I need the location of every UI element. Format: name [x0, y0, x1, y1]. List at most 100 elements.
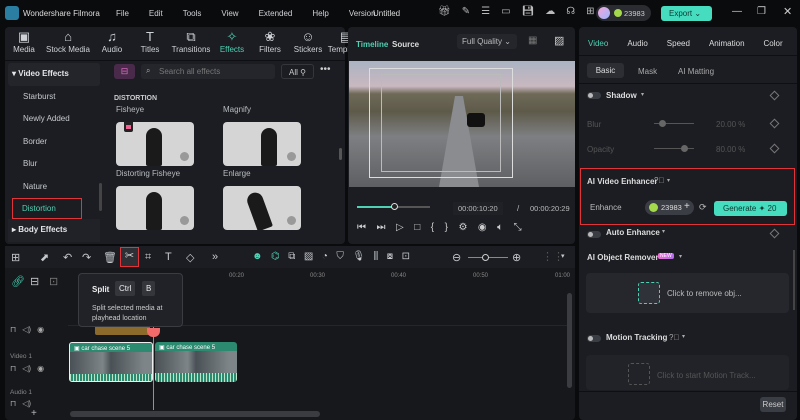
ai-copilot-icon[interactable]: ☻: [252, 251, 263, 262]
minimize-button[interactable]: —: [732, 6, 742, 17]
vertical-scrollbar[interactable]: [567, 293, 572, 388]
sidebar-item-blur[interactable]: Blur: [8, 153, 100, 176]
reset-button[interactable]: Reset: [760, 397, 786, 412]
link-icon[interactable]: 🔗︎: [11, 275, 25, 288]
tab-transitions[interactable]: ⧉ Transitions: [169, 29, 213, 54]
tab-effects[interactable]: ✧ Effects: [213, 29, 251, 54]
auto-enhance-expand-icon[interactable]: ▾: [662, 228, 665, 235]
menu-extended[interactable]: Extended: [259, 9, 293, 18]
redo-icon[interactable]: ↷: [82, 251, 91, 264]
mute-icon[interactable]: ◁): [22, 325, 31, 334]
object-remover-expand-icon[interactable]: ▾: [679, 253, 682, 260]
tab-video[interactable]: Video: [588, 39, 608, 48]
enhance-credits[interactable]: 23983 +: [645, 200, 694, 215]
favorites-button[interactable]: ⊟: [114, 64, 135, 79]
gift-icon[interactable]: 🎁︎: [438, 6, 451, 17]
tab-source[interactable]: Source: [392, 40, 419, 49]
undo-icon[interactable]: ↶: [63, 251, 72, 264]
shield-icon[interactable]: ⛉: [336, 251, 344, 262]
sidebar-item-newly-added[interactable]: Newly Added: [8, 108, 100, 131]
tab-color[interactable]: Color: [764, 39, 783, 48]
apps-icon[interactable]: ⊞: [586, 6, 594, 17]
shadow-toggle[interactable]: [587, 92, 601, 99]
restore-button[interactable]: ❐: [757, 6, 766, 17]
mark-in-icon[interactable]: {: [431, 222, 434, 233]
generate-button[interactable]: Generate ✦ 20: [714, 201, 787, 216]
eye-icon[interactable]: ◉: [37, 364, 44, 373]
video-clip[interactable]: ▣ car chase scene 5: [155, 342, 237, 382]
track-manager-icon[interactable]: ⊡: [49, 275, 58, 288]
menu-file[interactable]: File: [116, 9, 129, 18]
menu-help[interactable]: Help: [312, 9, 328, 18]
lock-icon[interactable]: ⊓: [10, 325, 16, 334]
lock-icon[interactable]: ⊓: [10, 364, 16, 373]
download-icon[interactable]: [180, 152, 189, 161]
add-credits-icon[interactable]: +: [684, 201, 690, 212]
crop-icon[interactable]: ⌗: [145, 251, 151, 264]
shape-icon[interactable]: ◇: [186, 251, 194, 264]
sidebar-item-nature[interactable]: Nature: [8, 176, 100, 199]
horizontal-scrollbar[interactable]: [70, 411, 320, 417]
snapshot-icon[interactable]: ◉: [478, 222, 487, 233]
smart-cut-icon[interactable]: ⌬: [271, 251, 280, 262]
motion-tracking-expand-icon[interactable]: ▾: [682, 333, 685, 340]
menu-version[interactable]: Version: [349, 9, 376, 18]
tab-speed[interactable]: Speed: [667, 39, 690, 48]
grid-icon[interactable]: ▦: [528, 35, 537, 46]
menu-tools[interactable]: Tools: [183, 9, 202, 18]
cloud-icon[interactable]: ☁: [545, 6, 555, 17]
close-button[interactable]: ✕: [783, 5, 792, 18]
play-icon[interactable]: ▷: [396, 222, 404, 233]
effect-thumb-magnify[interactable]: [223, 122, 301, 166]
slider-handle[interactable]: [391, 203, 398, 210]
select-tool-icon[interactable]: ⬈: [40, 251, 49, 264]
sidebar-section-body-effects[interactable]: ▸ Body Effects: [8, 219, 100, 242]
inspector-scrollbar[interactable]: [793, 250, 795, 310]
download-icon[interactable]: [287, 216, 296, 225]
sidebar-scrollbar[interactable]: [99, 183, 102, 211]
image-icon[interactable]: ▨: [304, 251, 313, 262]
group-icon[interactable]: ⊟: [30, 275, 39, 288]
download-icon[interactable]: [287, 152, 296, 161]
slider-handle[interactable]: [659, 120, 666, 127]
replace-icon[interactable]: ⧇: [387, 251, 393, 262]
refresh-icon[interactable]: ⟳: [699, 202, 707, 213]
mute-icon[interactable]: ◁): [22, 399, 31, 408]
tab-stickers[interactable]: ☺ Stickers: [289, 29, 327, 54]
microphone-icon[interactable]: 🎙︎: [352, 251, 365, 262]
help-icon[interactable]: ?⃝: [669, 333, 679, 342]
playback-slider[interactable]: [357, 203, 430, 210]
add-track-icon[interactable]: +: [31, 408, 37, 419]
eye-icon[interactable]: ◉: [37, 325, 44, 334]
motion-tracking-toggle[interactable]: [587, 335, 601, 342]
motion-tracking-button[interactable]: Click to start Motion Track...: [586, 355, 789, 390]
prev-frame-icon[interactable]: ⏮︎: [357, 222, 366, 233]
zoom-in-icon[interactable]: ⊕: [512, 251, 521, 264]
remove-object-button[interactable]: Click to remove obj...: [586, 273, 789, 313]
tab-filters[interactable]: ❀ Filters: [251, 29, 289, 54]
effect-thumb-distorting-fisheye[interactable]: [116, 186, 194, 230]
opacity-value[interactable]: 80.00 %: [716, 145, 745, 154]
effects-scrollbar[interactable]: [339, 148, 342, 160]
screen-icon[interactable]: ▭: [501, 6, 510, 17]
menu-view[interactable]: View: [221, 9, 238, 18]
shadow-expand-icon[interactable]: ▾: [641, 91, 644, 98]
more-options-icon[interactable]: •••: [320, 64, 331, 75]
delete-icon[interactable]: 🗑︎: [103, 251, 117, 264]
zoom-out-icon[interactable]: ⊖: [452, 251, 461, 264]
tab-media[interactable]: ▣ Media: [5, 29, 43, 54]
fullscreen-icon[interactable]: ⤡: [514, 222, 522, 233]
volume-icon[interactable]: 🔈︎: [497, 222, 503, 233]
tab-timeline[interactable]: Timeline: [356, 40, 388, 49]
stop-icon[interactable]: □: [414, 222, 420, 233]
effect-thumb-fisheye[interactable]: [116, 122, 194, 166]
support-icon[interactable]: ☊: [566, 6, 575, 17]
subtab-basic[interactable]: Basic: [587, 63, 624, 78]
search-input[interactable]: ⌕ Search all effects: [141, 64, 275, 79]
slider-handle[interactable]: [681, 145, 688, 152]
credits-badge[interactable]: 23983: [596, 5, 651, 21]
text-icon[interactable]: T: [165, 251, 172, 263]
chevron-down-icon[interactable]: ▾: [561, 252, 565, 260]
tasks-icon[interactable]: ☰: [481, 6, 490, 17]
save-icon[interactable]: 💾︎: [522, 6, 535, 17]
